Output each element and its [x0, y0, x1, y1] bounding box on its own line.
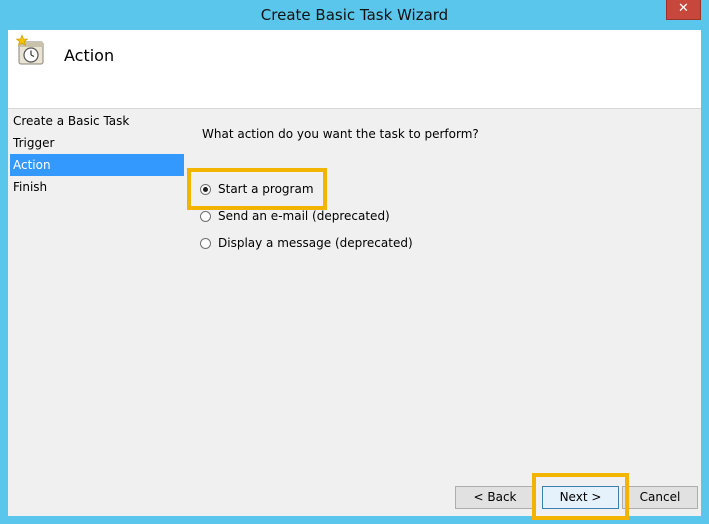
radio-display-message[interactable]: [200, 237, 211, 249]
option-label: Send an e-mail (deprecated): [218, 209, 390, 223]
task-clock-icon: [15, 34, 44, 65]
highlight-next-button: [532, 473, 629, 520]
page-title: Action: [64, 46, 115, 65]
step-action[interactable]: Action: [10, 154, 184, 176]
step-create-basic-task[interactable]: Create a Basic Task: [10, 110, 184, 132]
close-button[interactable]: ✕: [666, 0, 701, 20]
close-icon: ✕: [678, 1, 689, 16]
radio-send-email[interactable]: [200, 210, 211, 222]
highlight-start-program: [187, 168, 327, 210]
wizard-window: Create Basic Task Wizard ✕ Action Create…: [0, 0, 709, 524]
title-bar: Create Basic Task Wizard ✕: [0, 0, 709, 30]
step-finish[interactable]: Finish: [10, 176, 184, 198]
step-trigger[interactable]: Trigger: [10, 132, 184, 154]
option-label: Display a message (deprecated): [218, 236, 413, 250]
cancel-button[interactable]: Cancel: [622, 486, 698, 509]
wizard-header: Action: [8, 30, 701, 109]
wizard-client-area: Action Create a Basic Task Trigger Actio…: [8, 30, 701, 516]
action-prompt: What action do you want the task to perf…: [202, 127, 479, 141]
option-display-message[interactable]: Display a message (deprecated): [200, 234, 413, 252]
window-title: Create Basic Task Wizard: [260, 6, 449, 24]
wizard-steps-nav: Create a Basic Task Trigger Action Finis…: [10, 110, 184, 198]
back-button[interactable]: < Back: [455, 486, 535, 509]
